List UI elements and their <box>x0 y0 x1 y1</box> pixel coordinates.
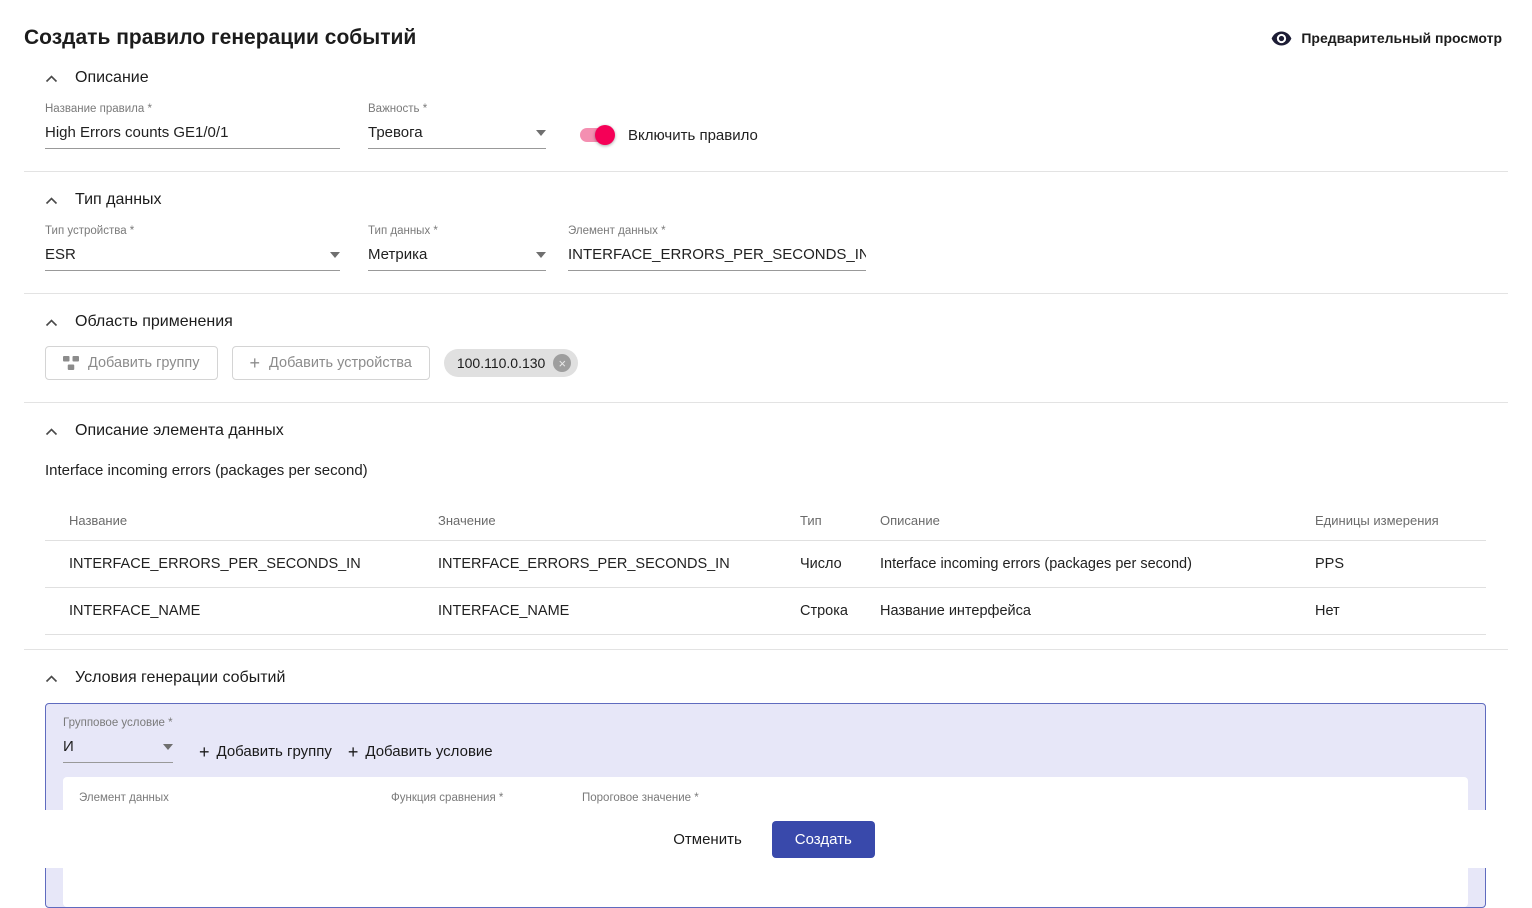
table-header-cell: Значение <box>414 503 776 541</box>
plus-icon: + <box>199 745 210 759</box>
table-cell: PPS <box>1291 541 1486 588</box>
chip-remove-icon[interactable]: × <box>553 354 571 372</box>
add-group-label: Добавить группу <box>88 355 200 371</box>
section-conditions: Условия генерации событий Групповое усло… <box>24 669 1508 908</box>
add-condition-label: Добавить условие <box>365 743 492 760</box>
element-summary: Interface incoming errors (packages per … <box>45 462 1508 479</box>
table-row: INTERFACE_NAME INTERFACE_NAME Строка Наз… <box>45 588 1486 635</box>
section-description: Описание Название правила * Важность * Т… <box>24 69 1508 149</box>
add-group-button[interactable]: Добавить группу <box>45 346 218 380</box>
chevron-down-icon <box>330 252 340 258</box>
preview-button[interactable]: Предварительный просмотр <box>1265 29 1508 47</box>
eye-icon <box>1271 31 1292 46</box>
data-element-table: Название Значение Тип Описание Единицы и… <box>45 503 1486 635</box>
cancel-button[interactable]: Отменить <box>657 822 758 857</box>
rule-name-input[interactable] <box>45 122 340 149</box>
add-condition-button[interactable]: + Добавить условие <box>340 739 501 763</box>
collapse-element-description-icon[interactable] <box>45 427 58 436</box>
table-header-row: Название Значение Тип Описание Единицы и… <box>45 503 1486 541</box>
section-element-description-title: Описание элемента данных <box>75 422 284 440</box>
collapse-data-type-icon[interactable] <box>45 196 58 205</box>
table-cell: INTERFACE_ERRORS_PER_SECONDS_IN <box>45 541 414 588</box>
device-type-field: Тип устройства * ESR <box>45 225 340 271</box>
section-data-type-title: Тип данных <box>75 191 162 209</box>
group-condition-label: Групповое условие * <box>63 717 173 729</box>
group-condition-value: И <box>63 738 74 755</box>
device-type-select[interactable]: ESR <box>45 244 340 271</box>
section-scope: Область применения Добавить группу + Доб… <box>24 313 1508 380</box>
page-header: Создать правило генерации событий Предва… <box>24 0 1508 50</box>
divider <box>24 649 1508 650</box>
page-title: Создать правило генерации событий <box>24 26 416 50</box>
table-cell: Строка <box>776 588 856 635</box>
divider <box>24 171 1508 172</box>
rule-name-label: Название правила * <box>45 103 340 115</box>
collapse-scope-icon[interactable] <box>45 318 58 327</box>
device-type-value: ESR <box>45 246 76 263</box>
table-cell: INTERFACE_NAME <box>414 588 776 635</box>
device-type-label: Тип устройства * <box>45 225 340 237</box>
conditions-panel: Групповое условие * И + Добавить группу … <box>45 703 1486 908</box>
plus-icon: + <box>348 745 359 759</box>
data-element-label: Элемент данных * <box>568 225 866 237</box>
add-devices-button[interactable]: + Добавить устройства <box>232 346 430 380</box>
plus-icon: + <box>250 356 261 370</box>
comparison-function-label: Функция сравнения * <box>391 792 503 804</box>
group-condition-field: Групповое условие * И <box>63 717 173 763</box>
rule-name-field: Название правила * <box>45 103 340 149</box>
enable-rule-toggle[interactable] <box>578 125 615 145</box>
section-description-title: Описание <box>75 69 149 87</box>
create-rule-page: Создать правило генерации событий Предва… <box>0 0 1532 908</box>
table-cell: INTERFACE_ERRORS_PER_SECONDS_IN <box>414 541 776 588</box>
data-type-select[interactable]: Метрика <box>368 244 546 271</box>
data-element-field: Элемент данных * <box>568 225 866 271</box>
data-type-value: Метрика <box>368 246 427 263</box>
severity-select[interactable]: Тревога <box>368 122 546 149</box>
table-row: INTERFACE_ERRORS_PER_SECONDS_IN INTERFAC… <box>45 541 1486 588</box>
table-header-cell: Описание <box>856 503 1291 541</box>
toggle-thumb <box>595 125 615 145</box>
preview-label: Предварительный просмотр <box>1301 30 1502 46</box>
data-type-label: Тип данных * <box>368 225 546 237</box>
severity-field: Важность * Тревога <box>368 103 546 149</box>
collapse-description-icon[interactable] <box>45 74 58 83</box>
severity-label: Важность * <box>368 103 546 115</box>
threshold-label: Пороговое значение * <box>582 792 699 804</box>
severity-value: Тревога <box>368 124 423 141</box>
data-type-field: Тип данных * Метрика <box>368 225 546 271</box>
section-conditions-title: Условия генерации событий <box>75 669 285 687</box>
device-chip: 100.110.0.130 × <box>444 349 579 377</box>
device-group-icon <box>63 356 79 370</box>
divider <box>24 402 1508 403</box>
enable-rule-toggle-label: Включить правило <box>628 127 758 144</box>
table-cell: Число <box>776 541 856 588</box>
add-devices-label: Добавить устройства <box>269 355 412 371</box>
chevron-down-icon <box>536 130 546 136</box>
table-header-cell: Единицы измерения <box>1291 503 1486 541</box>
table-header-cell: Тип <box>776 503 856 541</box>
table-cell: Нет <box>1291 588 1486 635</box>
footer-action-bar: Отменить Создать <box>0 810 1532 868</box>
create-button[interactable]: Создать <box>772 821 875 858</box>
table-cell: Название интерфейса <box>856 588 1291 635</box>
section-scope-title: Область применения <box>75 313 233 331</box>
divider <box>24 293 1508 294</box>
section-data-type: Тип данных Тип устройства * ESR Тип данн… <box>24 191 1508 271</box>
table-cell: INTERFACE_NAME <box>45 588 414 635</box>
table-header-cell: Название <box>45 503 414 541</box>
condition-element-label: Элемент данных <box>79 792 169 804</box>
collapse-conditions-icon[interactable] <box>45 674 58 683</box>
group-condition-select[interactable]: И <box>63 736 173 763</box>
chevron-down-icon <box>163 744 173 750</box>
data-element-input[interactable] <box>568 244 866 271</box>
device-chip-label: 100.110.0.130 <box>457 355 546 371</box>
add-condition-group-button[interactable]: + Добавить группу <box>191 739 340 763</box>
table-cell: Interface incoming errors (packages per … <box>856 541 1291 588</box>
section-element-description: Описание элемента данных Interface incom… <box>24 422 1508 649</box>
add-condition-group-label: Добавить группу <box>217 743 332 760</box>
chevron-down-icon <box>536 252 546 258</box>
enable-rule-toggle-group: Включить правило <box>578 125 758 145</box>
